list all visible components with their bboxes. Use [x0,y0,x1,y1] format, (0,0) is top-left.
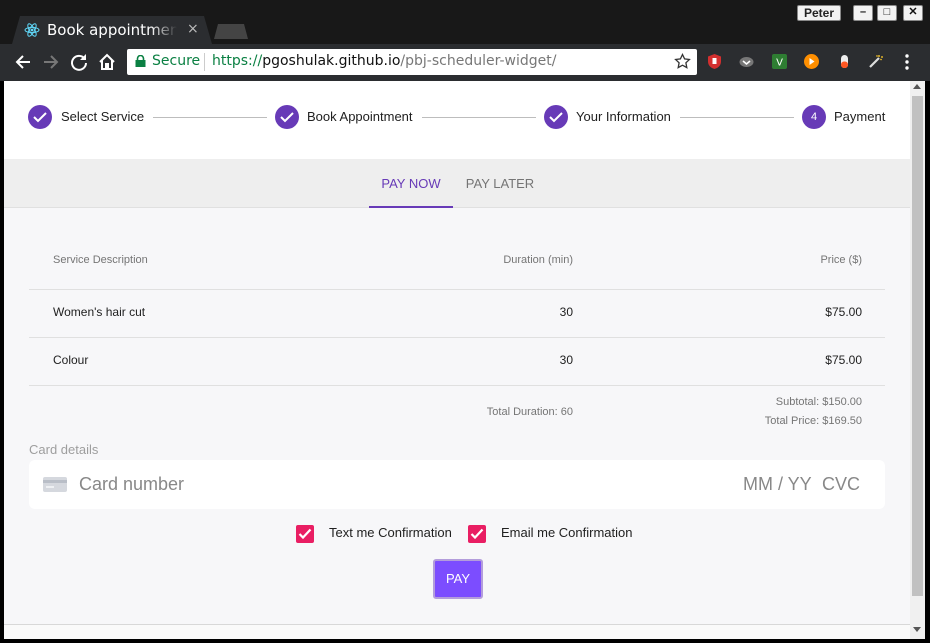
email-confirmation-checkbox[interactable] [468,525,486,543]
step-2-check-icon [275,105,299,129]
bookmark-star-icon[interactable] [674,53,691,70]
total-duration: Total Duration: 60 [486,406,573,418]
play-extension-icon[interactable] [803,53,820,70]
row-2-description: Colour [53,353,89,367]
payment-tabs: PAY NOW PAY LATER [4,159,910,208]
step-4-label: Payment [834,109,886,124]
tab-pay-later[interactable]: PAY LATER [455,159,545,208]
tab-close-icon[interactable]: × [187,21,199,37]
react-icon [24,23,40,37]
close-window-button[interactable]: ✕ [903,5,923,21]
card-number-input[interactable]: Card number [79,474,184,495]
url-scheme: https:// [212,53,263,69]
header-service-description: Service Description [53,254,148,266]
url-host: pgoshulak.github.io [262,53,401,69]
table-divider [29,337,885,338]
row-2-price: $75.00 [825,353,862,367]
total-price: Total Price: $169.50 [764,415,862,427]
card-expiry-input[interactable]: MM / YY [743,474,812,495]
row-1-duration: 30 [559,305,573,319]
scrollbar-thumb[interactable] [912,96,923,596]
row-1-price: $75.00 [825,305,862,319]
magic-wand-extension-icon[interactable] [867,53,884,70]
tab-title: Book appointment [47,21,177,39]
new-tab-button[interactable] [214,24,248,39]
header-duration: Duration (min) [503,254,573,266]
row-1-description: Women's hair cut [53,305,146,319]
svg-text:V: V [776,58,783,69]
table-divider [29,385,885,386]
url-path: /pbj-scheduler-widget/ [400,53,557,69]
step-2-label: Book Appointment [307,109,413,124]
back-arrow-icon[interactable] [13,52,33,72]
reload-icon[interactable] [69,52,89,72]
step-3-label: Your Information [576,109,671,124]
credit-card-icon [43,477,67,492]
step-4-number: 4 [802,105,826,129]
lock-icon [135,55,146,67]
subtotal: Subtotal: $150.00 [775,396,862,408]
menu-kebab-icon[interactable] [900,53,914,71]
home-icon[interactable] [97,52,117,72]
secure-label: Secure [152,53,201,69]
table-divider [29,289,885,290]
url-text[interactable]: https://pgoshulak.github.io/pbj-schedule… [212,53,556,69]
pay-button[interactable]: PAY [433,559,483,599]
text-confirmation-label[interactable]: Text me Confirmation [329,525,452,540]
vimium-extension-icon[interactable]: V [771,53,788,70]
page-footer-area [4,624,910,639]
email-confirmation-label[interactable]: Email me Confirmation [501,525,633,540]
step-connector [680,117,794,118]
minimize-button[interactable]: – [853,5,873,21]
maximize-button[interactable]: □ [877,5,897,21]
profile-button[interactable]: Peter [797,5,842,21]
url-separator [204,53,205,71]
scroll-up-arrow-icon[interactable] [913,84,921,89]
header-price: Price ($) [820,254,862,266]
tab-pay-now[interactable]: PAY NOW [369,159,453,208]
capsule-extension-icon[interactable] [836,53,853,70]
step-1-label: Select Service [61,109,145,124]
card-cvc-input[interactable]: CVC [822,474,860,495]
step-connector [422,117,536,118]
stepper: Select Service Book Appointment Your Inf… [4,81,910,159]
step-1-check-icon [28,105,52,129]
ublock-extension-icon[interactable] [706,53,723,70]
card-details-label: Card details [29,442,99,457]
forward-arrow-icon[interactable] [41,52,61,72]
pocket-extension-icon[interactable] [738,53,755,70]
text-confirmation-checkbox[interactable] [296,525,314,543]
row-2-duration: 30 [559,353,573,367]
page-viewport: Select Service Book Appointment Your Inf… [4,81,910,639]
step-connector [153,117,267,118]
step-3-check-icon [544,105,568,129]
scroll-down-arrow-icon[interactable] [913,627,921,632]
